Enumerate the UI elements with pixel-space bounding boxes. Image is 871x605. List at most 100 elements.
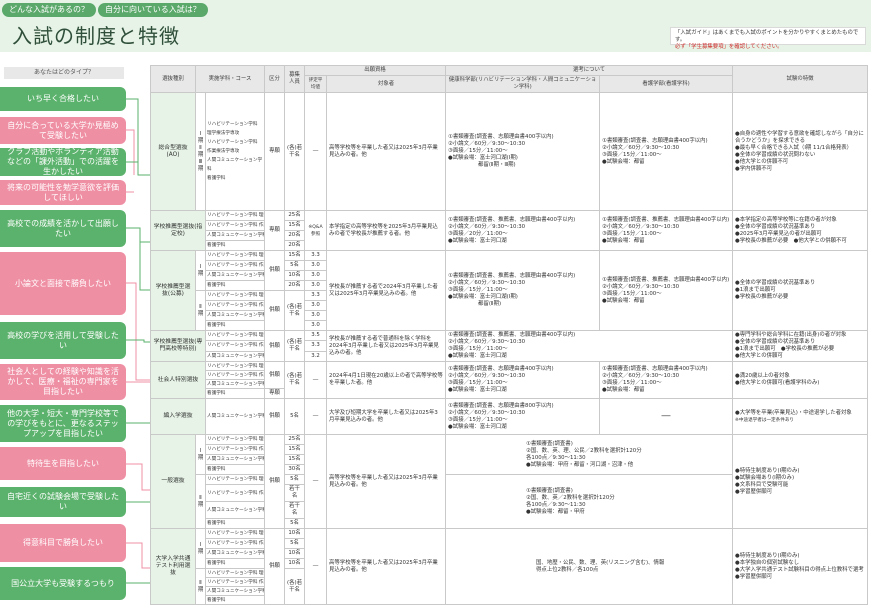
type-button-adult-experience[interactable]: 社会人としての経験や知識を活かして、医療・福祉の専門家を目指したい bbox=[0, 364, 126, 400]
public-dept-ot: リハビリテーション学科 作業療法学専攻 bbox=[204, 260, 266, 271]
common-feature: ●本学独自の個別試験なし bbox=[735, 559, 800, 566]
transfer-feature: ※中途退学者は一定条件あり bbox=[735, 417, 795, 423]
ao-feature: ●自身の適性や学習する意欲を確認しながら「自分に合うかどうか」を探求できる bbox=[735, 130, 864, 144]
public-rehab-line: ②小論文／60分／9:30～10:30 bbox=[448, 280, 526, 286]
public-hyotei1: 3.0 bbox=[304, 260, 328, 271]
type-button-highschool-study[interactable]: 高校の学びを活用して受験したい bbox=[0, 322, 126, 359]
type-button-step-up[interactable]: 他の大学・短大・専門学校等での学びをもとに、更なるステップアップを目指したい bbox=[0, 405, 126, 442]
general-exam1-line: ●試験会場：甲府・都留・河口湖・沼津・他 bbox=[526, 461, 634, 468]
transfer-kubun: 併願 bbox=[264, 398, 286, 435]
common-exam-line: 得点上位2教科／各100点 bbox=[536, 566, 599, 573]
public-dept-ot: リハビリテーション学科 作業療法学専攻 bbox=[204, 300, 266, 311]
ao-feature: ●学内併願不可 bbox=[735, 165, 773, 172]
type-button-scholarship[interactable]: 特待生を目指したい bbox=[0, 447, 126, 480]
adult-rehab-line: ②小論文／60分／9:30～10:30 bbox=[448, 373, 526, 379]
ao-nursing-exam: ①書類審査(調査書、志願理由書400字以内) ②小論文／60分／9:30～10:3… bbox=[599, 92, 734, 211]
type-button-potential[interactable]: 将来の可能性を勉学意欲を評価してほしい bbox=[0, 180, 126, 205]
common-dept-nursing: 看護学科 bbox=[204, 558, 266, 569]
general-cap1: 15名 bbox=[284, 454, 306, 465]
adult-rehab-line: ③面接／15分／11:00～ bbox=[448, 380, 508, 386]
ao-dept-pt: リハビリテーション学科 理学療法学専攻 bbox=[207, 122, 258, 136]
ao-kubun: 専願 bbox=[264, 92, 286, 211]
designated-nursing-line: ●試験会場：都留 bbox=[602, 237, 645, 244]
ao-feature: ●全体の学習成績の状況問わない bbox=[735, 151, 816, 158]
header-qualification: 出願資格 bbox=[304, 65, 447, 76]
tab-entrance-types[interactable]: どんな入試があるの？ bbox=[2, 3, 96, 17]
public-cap1: 15名 bbox=[284, 250, 306, 261]
header-target: 対象者 bbox=[326, 75, 447, 93]
public-feature: ●1浪まで出願可 bbox=[735, 287, 776, 293]
public-nursing-exam: ①書類審査(調査書、推薦書、志願理由書400字以内) ②小論文／60分／9:30～… bbox=[599, 250, 734, 331]
general-cap2: 5名 bbox=[284, 474, 306, 485]
adult-capacity: (各)若干名 bbox=[284, 361, 306, 399]
type-button-grades[interactable]: 高校での成績を活かして出願したい bbox=[0, 210, 126, 247]
public-nursing-line: ②小論文／60分／9:30～10:30 bbox=[602, 283, 680, 290]
general-exam2: ①書類審査(調査書) ②国、数、英／2教科を選択計120分 各100点／9:30～1… bbox=[445, 474, 734, 529]
adult-rehab-exam: ①書類審査(調査書、志願理由書400字以内) ②小論文／60分／9:30～10:3… bbox=[445, 361, 601, 399]
specialized-hyotei: 3.2 bbox=[304, 350, 328, 363]
specialized-exam-line: ③面接／15分／11:00～ bbox=[448, 346, 508, 352]
type-button-extracurricular[interactable]: クラブ活動やボランティア活動などの「課外活動」での活躍を生かしたい bbox=[0, 147, 126, 176]
adult-nursing-line: ③面接／15分／11:00～ bbox=[602, 380, 662, 386]
transfer-rehab-line: ③面接／15分／11:00～ bbox=[448, 416, 508, 423]
public-cap2: (各)若干名 bbox=[284, 290, 306, 331]
transfer-nursing-exam: ― bbox=[599, 398, 734, 435]
designated-feature: ●2025年3月卒業見込の者が出願可 bbox=[735, 230, 822, 237]
general-cap1: 30名 bbox=[284, 464, 306, 475]
type-button-nearby-venue[interactable]: 自宅近くの試験会場で受験したい bbox=[0, 487, 126, 517]
adult-dept-comm: 人間コミュニケーション学科 bbox=[204, 379, 266, 389]
type-button-early-pass[interactable]: いち早く合格したい bbox=[0, 87, 126, 111]
ao-nursing-line: ③面接／15分／11:00～ bbox=[602, 151, 662, 158]
public-hyotei2: 3.0 bbox=[304, 310, 328, 321]
ao-rehab-line: ●試験会場：富士河口湖(Ⅰ期) bbox=[448, 155, 518, 161]
type-button-national-university[interactable]: 国公立大学も受験するつもり bbox=[0, 567, 126, 600]
common-kubun: 併願 bbox=[264, 528, 286, 605]
public-period1: Ⅰ期 bbox=[195, 250, 206, 291]
public-hyotei1: 3.3 bbox=[304, 250, 328, 261]
transfer-rehab-line: ●試験会場：富士河口湖 bbox=[448, 423, 507, 430]
ao-capacity: (各)若干名 bbox=[284, 92, 306, 211]
type-button-check-fit[interactable]: 自分に合っている大学か見極めて受験したい bbox=[0, 117, 126, 144]
header-kubun: 区分 bbox=[264, 65, 286, 93]
adult-kubun2: 専願 bbox=[264, 388, 286, 399]
designated-dept-ot: リハビリテーション学科 作業療法学専攻 bbox=[204, 220, 266, 231]
general-dept-comm: 人間コミュニケーション学科 bbox=[204, 454, 266, 465]
designated-rehab-line: ●試験会場：富士河口湖 bbox=[448, 237, 507, 244]
specialized-exam-line: ①書類審査(調査書、推薦書、志願理由書400字以内) bbox=[448, 332, 576, 338]
specialized-feature: ●他大学との併願可 bbox=[735, 353, 783, 359]
type-general: 一般選抜 bbox=[150, 434, 196, 529]
type-button-essay-interview[interactable]: 小論文と面接で勝負したい bbox=[0, 252, 126, 315]
adult-nursing-line: ②小論文／60分／9:30～10:30 bbox=[602, 373, 680, 379]
type-button-strong-subject[interactable]: 得意科目で勝負したい bbox=[0, 524, 126, 562]
public-nursing-line: ①書類審査(調査書、推薦書、志願理由書400字以内) bbox=[602, 276, 730, 283]
ao-rehab-line: 都留(Ⅱ期・Ⅲ期) bbox=[478, 162, 516, 168]
header-exam: 選考について bbox=[445, 65, 734, 76]
adult-features: ●満20歳以上の者対象 ●他大学との併願可(看護学科のみ) bbox=[732, 361, 869, 399]
common-dept-ot: リハビリテーション学科 作業療法学専攻 bbox=[204, 538, 266, 549]
general-exam1: ①書類審査(調査書) ②国、数、英、理、公民／2教科を選択計120分 各100点／9… bbox=[445, 434, 734, 475]
transfer-capacity: 5名 bbox=[284, 398, 306, 435]
general-target: 高等学校等を卒業した者又は2025年3月卒業見込みの者。他 bbox=[326, 434, 447, 529]
designated-feature: ●本学指定の高等学校等に在籍の者が対象 bbox=[735, 216, 837, 223]
adult-dept-nursing: 看護学科 bbox=[204, 388, 266, 399]
general-feature: ●試験会場あり(Ⅰ期のみ) bbox=[735, 474, 795, 481]
header-rehab: 健康科学部(リハビリテーション学科・人間コミュニケーション学科) bbox=[445, 75, 601, 93]
type-designated: 学校推薦型選抜(指定校) bbox=[150, 210, 206, 251]
public-hyotei1: 3.0 bbox=[304, 270, 328, 281]
specialized-exam-line: ②小論文／60分／9:30～10:30 bbox=[448, 339, 526, 345]
public-hyotei2: 3.0 bbox=[304, 320, 328, 331]
tab-suitable-exam[interactable]: 自分に向いている入試は？ bbox=[98, 3, 208, 17]
general-exam1-line: ①書類審査(調査書) bbox=[526, 440, 573, 447]
general-feature: ●特待生制度あり(Ⅰ期のみ) bbox=[735, 467, 800, 474]
general-cap2: 5名 bbox=[284, 518, 306, 529]
transfer-hyotei: ― bbox=[304, 398, 328, 435]
ao-rehab-exam: ①書類審査(調査書、志願理由書400字以内) ②小論文／60分／9:30～10:3… bbox=[445, 92, 601, 211]
transfer-dept: 人間コミュニケーション学科 bbox=[204, 398, 266, 435]
ao-depts: リハビリテーション学科 理学療法学専攻 リハビリテーション学科 作業療法学専攻 … bbox=[204, 92, 266, 211]
adult-dept-ot: リハビリテーション学科 作業療法学専攻 bbox=[204, 370, 266, 380]
transfer-rehab-line: ①書類審査(調査書、志願理由書800字以内) bbox=[448, 402, 554, 409]
specialized-exam: ①書類審査(調査書、推薦書、志願理由書400字以内) ②小論文／60分／9:30～… bbox=[445, 330, 734, 362]
adult-rehab-line: ①書類審査(調査書、志願理由書400字以内) bbox=[448, 366, 554, 372]
header-nursing: 看護学部(看護学科) bbox=[599, 75, 734, 93]
common-feature: ●学習歴併願可 bbox=[735, 573, 773, 580]
